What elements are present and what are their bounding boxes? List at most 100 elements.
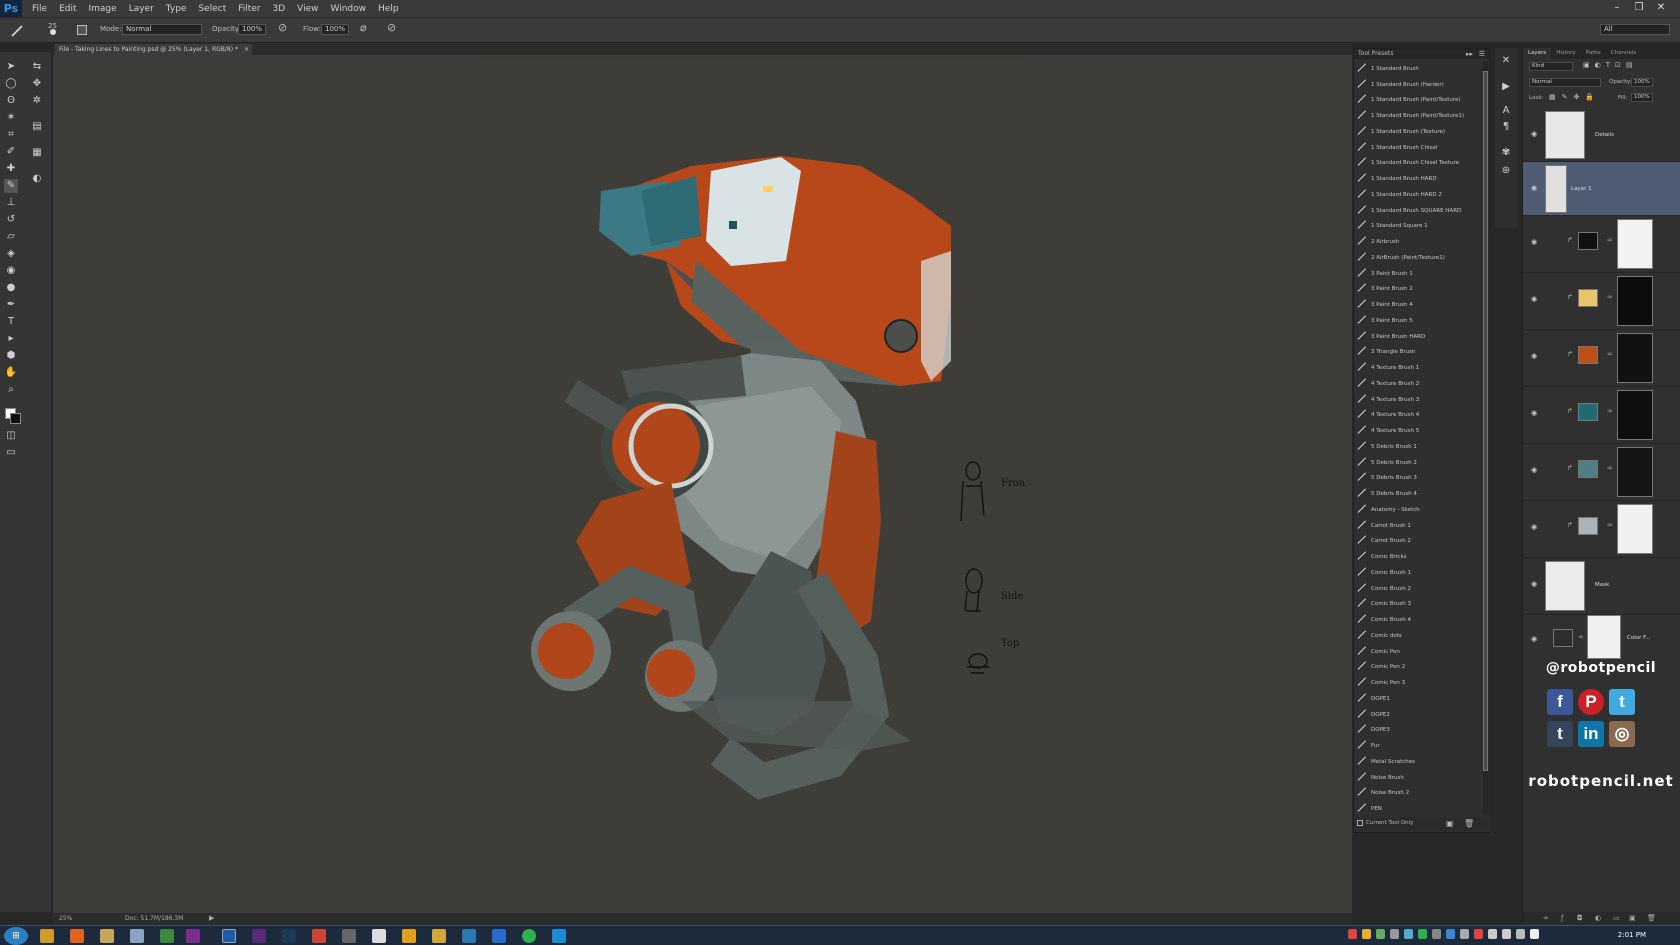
layer-filter-kind-select[interactable]: Kind	[1529, 62, 1573, 71]
tray-icon[interactable]	[1390, 929, 1399, 939]
menu-filter[interactable]: Filter	[232, 4, 266, 14]
new-preset-icon[interactable]: ▣	[1446, 819, 1454, 828]
tray-icon[interactable]	[1432, 929, 1441, 939]
layer-row-mask[interactable]: ◉ Mask	[1523, 558, 1680, 615]
new-group-icon[interactable]: ▭	[1613, 914, 1620, 922]
mask-link-icon[interactable]: ∞	[1607, 521, 1613, 529]
menu-select[interactable]: Select	[192, 4, 232, 14]
tool-presets-panel-icon[interactable]: ✕	[1499, 54, 1513, 68]
visibility-eye-icon[interactable]: ◉	[1529, 184, 1539, 192]
document-tab[interactable]: File - Taking Lines to Painting.psd @ 25…	[55, 44, 252, 55]
tool-preset-item[interactable]: 5 Debris Brush 4	[1354, 486, 1482, 502]
tool-preset-item[interactable]: 1 Standard Brush HARD	[1354, 171, 1482, 187]
screen-mode-icon[interactable]: ▭	[4, 446, 18, 460]
magic-wand-tool-icon[interactable]: ✶	[4, 111, 18, 125]
marquee-tool-icon[interactable]: ◯	[4, 77, 18, 91]
layer-row-orange-fill[interactable]: ◉ ↱ ∞	[1523, 330, 1680, 387]
close-button[interactable]: ✕	[1650, 0, 1672, 17]
menu-window[interactable]: Window	[325, 4, 373, 14]
premiere-icon[interactable]	[252, 929, 266, 943]
tab-channels[interactable]: Channels	[1606, 48, 1641, 59]
presets-scrollbar[interactable]	[1483, 61, 1488, 814]
tool-preset-item[interactable]: Comic Pen	[1354, 644, 1482, 660]
brush-settings-icon[interactable]: ✲	[30, 94, 44, 108]
tool-preset-item[interactable]: DOPE3	[1354, 723, 1482, 739]
blend-mode-select[interactable]: Normal	[1529, 78, 1601, 87]
visibility-eye-icon[interactable]: ◉	[1529, 409, 1539, 417]
mask-link-icon[interactable]: ∞	[1607, 464, 1613, 472]
minimize-button[interactable]: –	[1606, 0, 1628, 17]
fill-field[interactable]: 100%	[1631, 93, 1653, 102]
tool-preset-item[interactable]: DOPE2	[1354, 707, 1482, 723]
tool-preset-item[interactable]: 5 Debris Brush 2	[1354, 455, 1482, 471]
airbrush-icon[interactable]: ⌀	[360, 21, 367, 34]
mask-link-icon[interactable]: ∞	[1607, 407, 1613, 415]
status-menu-arrow-icon[interactable]: ▶	[209, 914, 214, 922]
path-selection-tool-icon[interactable]: ▸	[4, 332, 18, 346]
tray-icon[interactable]	[1460, 929, 1469, 939]
mask-link-icon[interactable]: ∞	[1607, 350, 1613, 358]
delete-layer-icon[interactable]: 🗑	[1647, 914, 1656, 922]
layer-row-teal-fill[interactable]: ◉ ↱ ∞	[1523, 387, 1680, 444]
eraser-tool-icon[interactable]: ▱	[4, 230, 18, 244]
tray-icon[interactable]	[1404, 929, 1413, 939]
tray-icon[interactable]	[1418, 929, 1427, 939]
network-icon[interactable]	[1488, 929, 1497, 939]
clone-source-panel-icon[interactable]: ⊛	[1499, 164, 1513, 178]
close-document-icon[interactable]: ×	[244, 44, 249, 55]
photoshop-taskbar-icon[interactable]	[222, 929, 236, 943]
pressure-opacity-icon[interactable]: ⊘	[278, 21, 287, 34]
canvas-area[interactable]: Front Side Top	[53, 55, 1352, 913]
layer-row-color-fill[interactable]: ◉ ∞ Color F...	[1523, 615, 1680, 665]
tool-preset-item[interactable]: 1 Standard Brush (Texture)	[1354, 124, 1482, 140]
firefox-icon[interactable]	[70, 929, 84, 943]
blur-tool-icon[interactable]: ◉	[4, 264, 18, 278]
tool-preset-item[interactable]: Metal Scratches	[1354, 754, 1482, 770]
visibility-eye-icon[interactable]: ◉	[1529, 295, 1539, 303]
app-icon[interactable]	[312, 929, 326, 943]
mask-link-icon[interactable]: ∞	[1607, 293, 1613, 301]
layer-name[interactable]: Color F...	[1627, 635, 1651, 641]
explorer-icon[interactable]	[100, 929, 114, 943]
tool-preset-item[interactable]: Carrot Brush 1	[1354, 518, 1482, 534]
tool-preset-item[interactable]: 3 Paint Brush 2	[1354, 282, 1482, 298]
tab-history[interactable]: History	[1551, 48, 1581, 59]
mask-link-icon[interactable]: ∞	[1607, 236, 1613, 244]
tool-preset-item[interactable]: 4 Texture Brush 5	[1354, 423, 1482, 439]
tool-preset-item[interactable]: Noise Brush 2	[1354, 786, 1482, 802]
opacity-field[interactable]: 100%	[238, 24, 266, 35]
tool-preset-item[interactable]: Comic dots	[1354, 628, 1482, 644]
photoshop-logo[interactable]: Ps	[0, 0, 22, 17]
menu-image[interactable]: Image	[83, 4, 123, 14]
adjustment-layer-icon[interactable]: ◐	[1595, 914, 1601, 922]
layer-row-blue-gray-fill[interactable]: ◉ ↱ ∞	[1523, 444, 1680, 501]
app-icon[interactable]	[186, 929, 200, 943]
layer-name[interactable]: Layer 1	[1571, 186, 1592, 192]
app-icon[interactable]	[372, 929, 386, 943]
tool-preset-item[interactable]: Comic Bricks	[1354, 549, 1482, 565]
menu-help[interactable]: Help	[372, 4, 405, 14]
layer-name[interactable]: Details	[1595, 132, 1614, 138]
layer-row-layer-1[interactable]: ◉ Layer 1	[1523, 162, 1680, 216]
flow-field[interactable]: 100%	[321, 24, 349, 35]
collapse-panel-icon[interactable]: ▸▸	[1466, 49, 1473, 59]
tool-preset-item[interactable]: 5 Debris Brush 3	[1354, 471, 1482, 487]
mask-link-icon[interactable]: ∞	[1578, 633, 1584, 641]
app-icon[interactable]	[160, 929, 174, 943]
spotify-icon[interactable]	[522, 929, 536, 943]
tool-preset-item[interactable]: 4 Texture Brush 1	[1354, 360, 1482, 376]
tool-preset-item[interactable]: 2 Airbrush	[1354, 234, 1482, 250]
tray-icon[interactable]	[1474, 929, 1483, 939]
paragraph-panel-icon[interactable]: ¶	[1499, 120, 1513, 134]
visibility-eye-icon[interactable]: ◉	[1529, 635, 1539, 643]
flag-icon[interactable]	[1530, 929, 1539, 939]
dodge-tool-icon[interactable]: ●	[4, 281, 18, 295]
artboard-tool-icon[interactable]: ⇆	[30, 60, 44, 74]
brush-tool-icon[interactable]	[10, 24, 24, 38]
properties-icon[interactable]: ▤	[30, 120, 44, 134]
tab-paths[interactable]: Paths	[1581, 48, 1606, 59]
app-icon[interactable]	[462, 929, 476, 943]
tool-preset-item[interactable]: Fur	[1354, 738, 1482, 754]
folder-icon[interactable]	[130, 929, 144, 943]
tool-preset-item[interactable]: 1 Standard Brush SQUARE HARD	[1354, 203, 1482, 219]
